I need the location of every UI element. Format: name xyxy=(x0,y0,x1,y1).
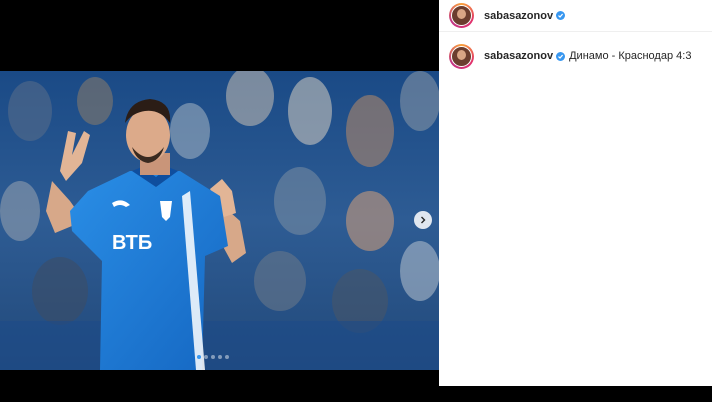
next-slide-button[interactable] xyxy=(414,211,432,229)
slide-dot xyxy=(218,355,222,359)
slide-dot xyxy=(225,355,229,359)
post-side-panel: sabasazonov sabasazonov Динамо - Краснод… xyxy=(439,0,712,402)
post-photo[interactable]: ВТБ xyxy=(0,71,439,370)
verified-badge-icon xyxy=(556,51,566,61)
caption-comment: sabasazonov Динамо - Краснодар 4:3 xyxy=(439,32,712,69)
caption-text: Динамо - Краснодар 4:3 xyxy=(569,50,692,62)
slide-dot xyxy=(204,355,208,359)
post-header: sabasazonov xyxy=(439,0,712,32)
header-username[interactable]: sabasazonov xyxy=(484,10,553,22)
verified-badge-icon xyxy=(556,11,566,20)
chevron-right-icon xyxy=(421,216,426,224)
caption-username[interactable]: sabasazonov xyxy=(484,50,553,62)
jersey-sponsor-text: ВТБ xyxy=(112,232,152,254)
avatar[interactable] xyxy=(449,3,474,28)
post-media-pane: ВТБ xyxy=(0,0,439,402)
avatar[interactable] xyxy=(449,44,474,69)
post-photo-image: ВТБ xyxy=(0,71,439,370)
slide-dot-active xyxy=(197,355,201,359)
slide-indicator xyxy=(197,355,229,359)
bottom-bar xyxy=(439,386,712,402)
slide-dot xyxy=(211,355,215,359)
